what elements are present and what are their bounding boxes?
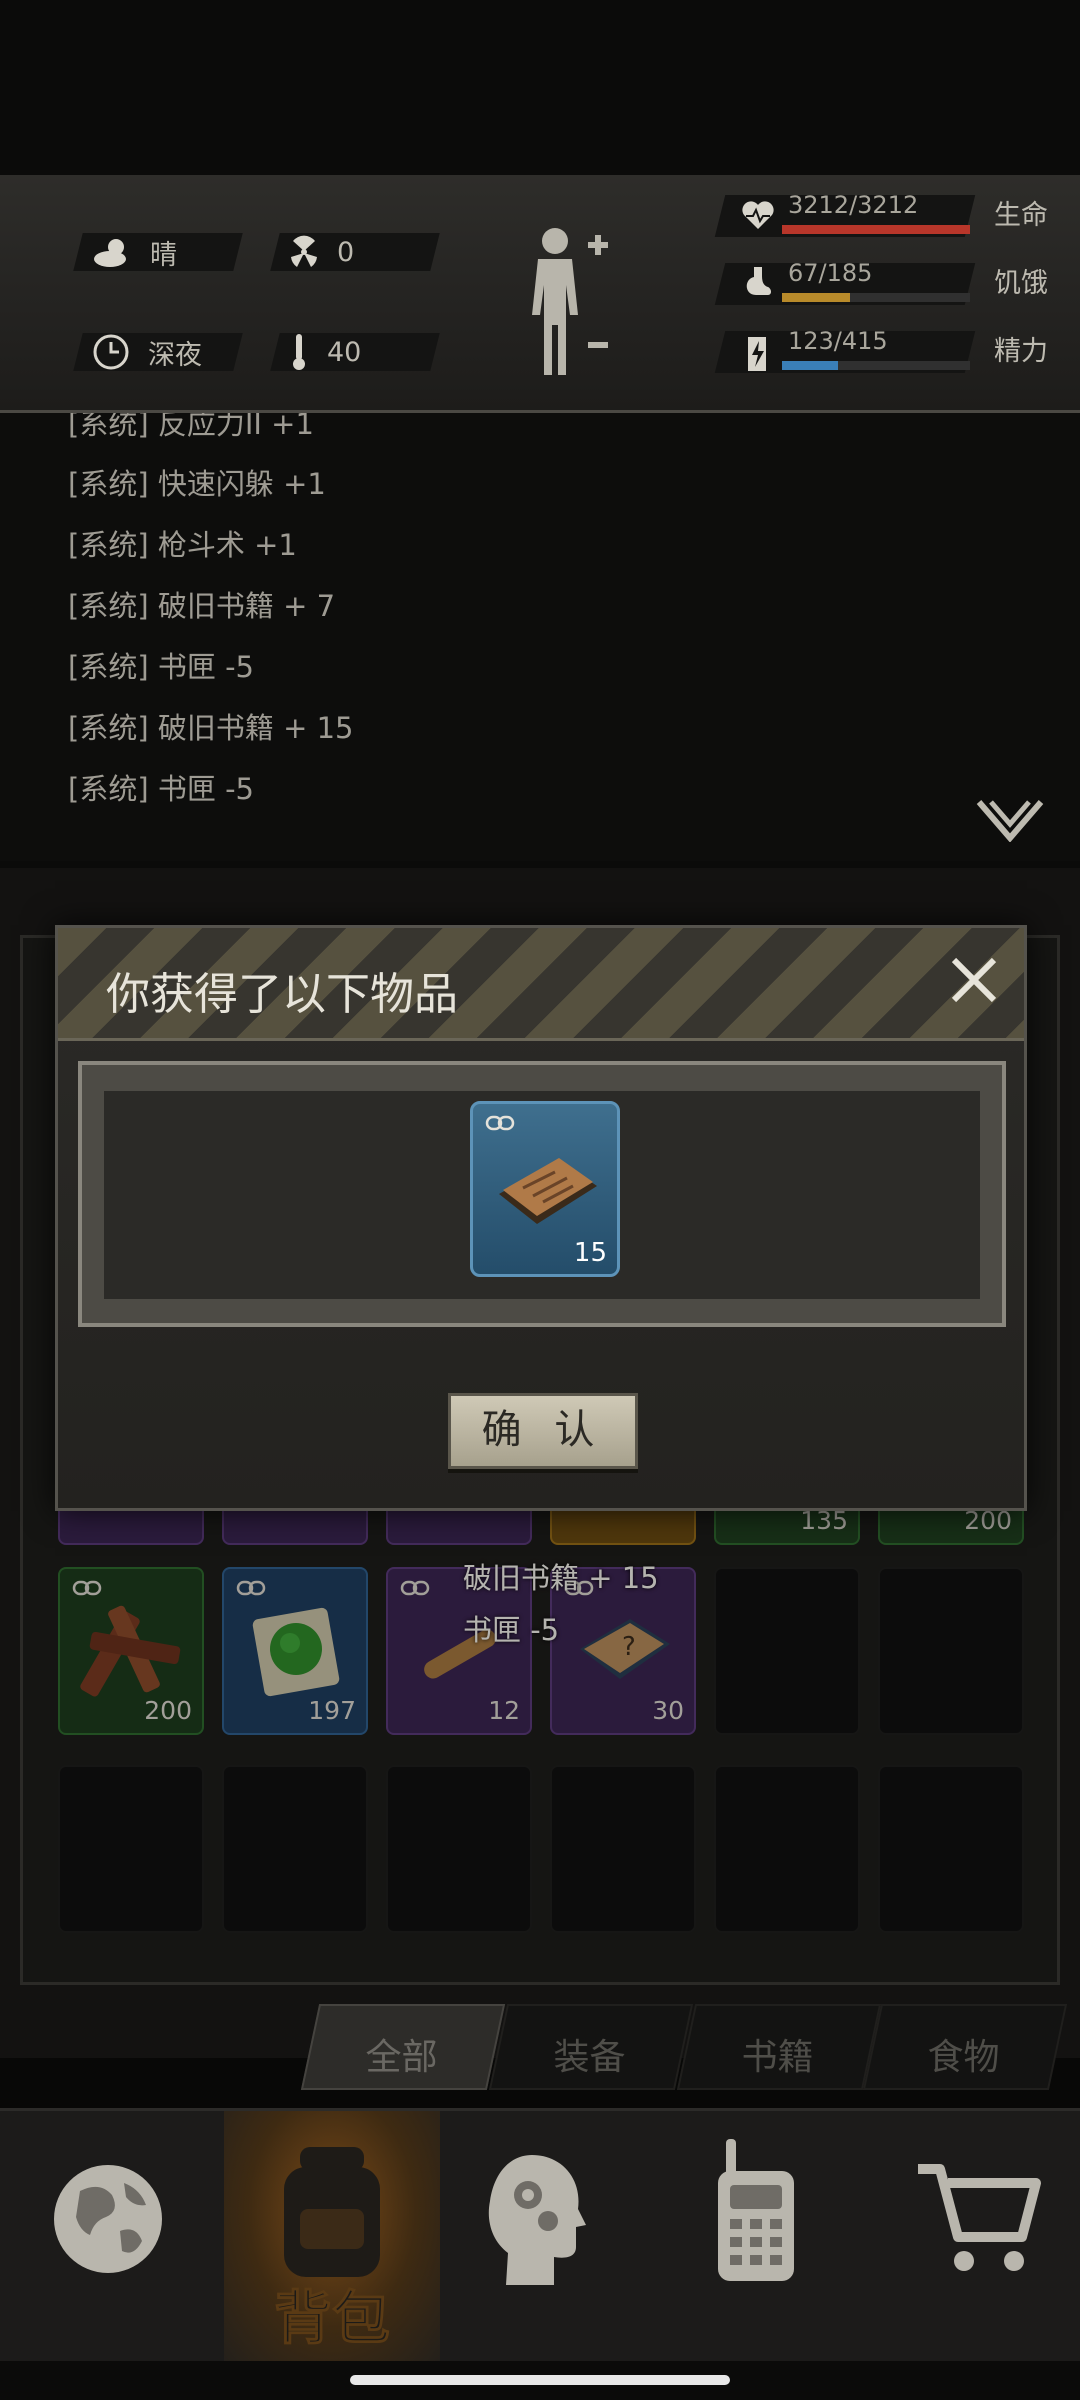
weather-stat: 晴 [73,233,243,271]
hunger-value: 67/185 [788,259,873,287]
message-log[interactable]: [系统] 反应力II +1 [系统] 快速闪躲 +1 [系统] 枪斗术 +1 [… [0,413,1080,861]
hunger-fill [782,293,850,302]
chain-link-icon [485,1115,515,1131]
health-track [782,225,970,234]
health-bar: 3212/3212 [714,191,976,237]
log-line: [系统] 快速闪躲 +1 [68,467,326,501]
stomach-icon [746,267,771,295]
energy-fill [782,361,839,370]
weather-icon [94,239,126,267]
nav-skills[interactable] [432,2111,648,2361]
nav-backpack[interactable]: 背包 [224,2111,440,2361]
energy-bar: 123/415 [714,327,976,373]
nav-shop[interactable] [864,2111,1080,2361]
clock-icon [93,334,129,370]
old-book-icon [499,1158,597,1224]
log-line: [系统] 枪斗术 +1 [68,528,297,562]
health-label: 生命 [994,200,1048,231]
status-panel: 晴 0 深夜 40 3212/3212 生命 67/185 饥饿 123/415… [0,175,1080,413]
nav-backpack-label: 背包 [273,2284,390,2353]
energy-value: 123/415 [788,327,888,355]
health-value: 3212/3212 [788,191,919,219]
temperature-stat: 40 [270,333,440,371]
head-gear-icon [488,2155,586,2285]
globe-icon [54,2165,162,2273]
weather-text: 晴 [150,239,177,271]
log-line: [系统] 破旧书籍 + 7 [68,589,336,623]
nav-world-map[interactable] [0,2111,216,2361]
home-indicator[interactable] [350,2375,730,2385]
log-line: [系统] 破旧书籍 + 15 [68,711,354,745]
backpack-icon [284,2147,380,2277]
bottom-nav: 背包 [0,2108,1080,2361]
radiation-stat: 0 [270,233,440,271]
reward-dialog: 你获得了以下物品 15 确 认 [55,925,1027,1511]
heart-icon [742,201,774,229]
close-icon[interactable] [948,954,1000,1006]
time-text: 深夜 [148,339,202,371]
reward-item-slot[interactable]: 15 [470,1101,620,1277]
walkie-talkie-icon [718,2139,794,2281]
log-line: [系统] 反应力II +1 [68,413,314,441]
hunger-bar: 67/185 [714,259,976,305]
radiation-value: 0 [337,236,355,268]
nav-radio[interactable] [648,2111,864,2361]
energy-label: 精力 [994,336,1048,367]
log-line: [系统] 书匣 -5 [68,650,254,684]
confirm-button[interactable]: 确 认 [448,1393,638,1469]
dialog-title: 你获得了以下物品 [106,969,458,1020]
log-line: [系统] 书匣 -5 [68,772,254,806]
shopping-cart-icon [918,2164,1041,2271]
radiation-icon [291,235,317,267]
body-figure-icon[interactable] [520,225,610,385]
hunger-track [782,293,970,302]
reward-item-quantity: 15 [573,1238,607,1268]
energy-icon [748,337,766,371]
temperature-value: 40 [327,336,362,368]
thermometer-icon [293,334,305,370]
time-stat: 深夜 [73,333,243,371]
health-fill [782,225,970,234]
hunger-label: 饥饿 [994,268,1048,299]
scroll-down-icon[interactable] [975,798,1045,842]
energy-track [782,361,970,370]
